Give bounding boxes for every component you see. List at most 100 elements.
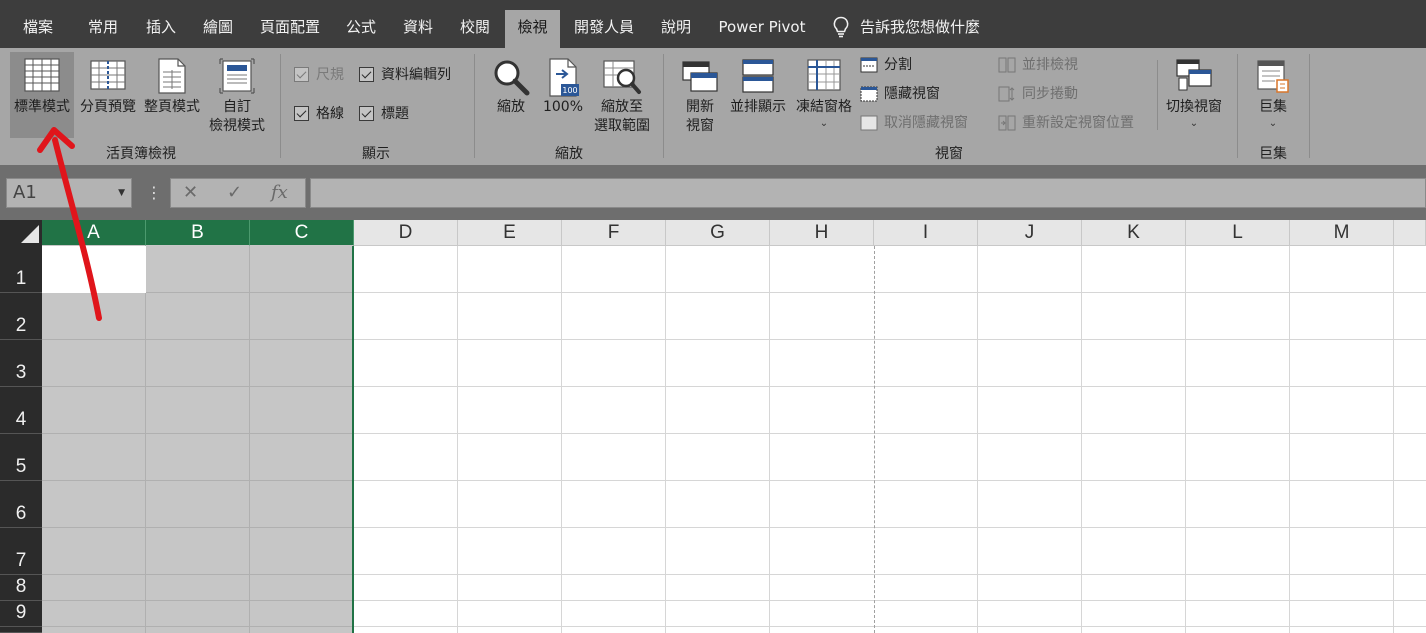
group-separator: [474, 54, 475, 158]
unhide-window-label: 取消隱藏視窗: [884, 115, 968, 131]
row-header-8[interactable]: 8: [0, 575, 42, 601]
column-header-a[interactable]: A: [42, 220, 146, 246]
row-header-7[interactable]: 7: [0, 528, 42, 575]
page-layout-label: 整頁模式: [144, 99, 200, 115]
macros-button[interactable]: 巨集 ⌄: [1244, 52, 1302, 138]
row-number: 3: [15, 362, 27, 383]
zoom-100-label: 100%: [542, 99, 584, 115]
formula-buttons: ✕ ✓ fx: [170, 178, 306, 208]
column-header-d[interactable]: D: [354, 220, 458, 246]
tab-insert[interactable]: 插入: [136, 10, 186, 48]
tab-formulas[interactable]: 公式: [336, 10, 386, 48]
new-window-icon: [682, 61, 718, 92]
custom-views-button[interactable]: 自訂 檢視模式: [204, 52, 270, 138]
zoom-to-selection-label: 縮放至 選取範圍: [594, 99, 650, 134]
column-header-m[interactable]: M: [1290, 220, 1394, 246]
zoom-100-button[interactable]: 100 100%: [538, 52, 588, 138]
tab-file[interactable]: 檔案: [8, 10, 68, 48]
row-header-6[interactable]: 6: [0, 481, 42, 528]
arrange-all-label: 並排顯示: [730, 99, 786, 115]
cancel-icon[interactable]: ✕: [183, 182, 198, 203]
chevron-down-icon: ⌄: [819, 118, 829, 129]
row-header-10[interactable]: [0, 627, 42, 633]
synchronous-scrolling-button[interactable]: 同步捲動: [998, 83, 1098, 105]
freeze-panes-button[interactable]: 凍結窗格 ⌄: [792, 52, 856, 138]
window-group-label: 視窗: [935, 146, 963, 162]
tab-data[interactable]: 資料: [393, 10, 443, 48]
zoom-100-icon: 100: [549, 58, 579, 97]
normal-view-button[interactable]: 標準模式: [10, 52, 74, 138]
row-header-5[interactable]: 5: [0, 434, 42, 481]
tab-home[interactable]: 常用: [78, 10, 128, 48]
tab-draw[interactable]: 繪圖: [193, 10, 243, 48]
row-header-1[interactable]: 1: [0, 246, 42, 293]
side-by-side-label: 並排檢視: [1022, 57, 1078, 73]
chevron-down-icon: ⌄: [1268, 118, 1278, 129]
column-header-b[interactable]: B: [146, 220, 250, 246]
view-side-by-side-button[interactable]: 並排檢視: [998, 54, 1098, 76]
tab-review[interactable]: 校閱: [450, 10, 500, 48]
switch-windows-label: 切換視窗: [1166, 99, 1222, 115]
hide-window-button[interactable]: 隱藏視窗: [860, 83, 980, 105]
name-box[interactable]: A1 ▼: [6, 178, 132, 208]
enter-icon[interactable]: ✓: [227, 182, 242, 203]
switch-windows-button[interactable]: 切換視窗 ⌄: [1162, 52, 1226, 138]
gridline: [42, 626, 352, 627]
row-number: 5: [15, 456, 27, 477]
zoom-to-selection-button[interactable]: 縮放至 選取範圍: [590, 52, 654, 138]
column-header-l[interactable]: L: [1186, 220, 1290, 246]
split-button[interactable]: 分割: [860, 54, 960, 76]
tab-power-pivot[interactable]: Power Pivot: [710, 10, 814, 48]
gridline: [42, 527, 352, 528]
row-header-4[interactable]: 4: [0, 387, 42, 434]
column-header-k[interactable]: K: [1082, 220, 1186, 246]
gridline: [42, 600, 352, 601]
page-break-preview-icon: [90, 60, 126, 90]
group-separator: [1237, 54, 1238, 158]
gridline: [42, 433, 352, 434]
column-header-i[interactable]: I: [874, 220, 978, 246]
zoom-button[interactable]: 縮放: [486, 52, 536, 138]
column-header-f[interactable]: F: [562, 220, 666, 246]
row-header-9[interactable]: 9: [0, 601, 42, 627]
tab-view[interactable]: 檢視: [505, 10, 560, 48]
show-group-label: 顯示: [362, 146, 390, 162]
tab-help[interactable]: 說明: [651, 10, 701, 48]
insert-function-icon[interactable]: fx: [271, 182, 288, 203]
row-header-3[interactable]: 3: [0, 340, 42, 387]
ruler-checkbox[interactable]: 尺規: [294, 65, 354, 85]
arrange-all-button[interactable]: 並排顯示: [726, 52, 790, 138]
new-window-button[interactable]: 開新 視窗: [676, 52, 724, 138]
column-header-j[interactable]: J: [978, 220, 1082, 246]
ribbon-tab-bar: 檔案 常用 插入 繪圖 頁面配置 公式 資料 校閱 檢視 開發人員 說明 Pow…: [0, 0, 1426, 48]
split-label: 分割: [884, 57, 912, 73]
tab-developer[interactable]: 開發人員: [566, 10, 642, 48]
dropdown-arrow-icon[interactable]: ▼: [118, 179, 125, 207]
row-number: 1: [15, 268, 27, 289]
worksheet-grid: A B C D E F G H I J K L M 1 2 3 4 5 6 7 …: [0, 220, 1426, 633]
headings-checkbox[interactable]: 標題: [359, 104, 419, 124]
tab-page-layout[interactable]: 頁面配置: [252, 10, 328, 48]
column-header-g[interactable]: G: [666, 220, 770, 246]
new-window-label: 開新 視窗: [686, 99, 714, 134]
formula-bar-checkbox[interactable]: 資料編輯列: [359, 65, 463, 85]
unhide-window-button[interactable]: 取消隱藏視窗: [860, 112, 984, 134]
selected-range-a-c[interactable]: [42, 246, 354, 633]
more-options-icon[interactable]: ⋮: [146, 181, 162, 205]
gridlines-checkbox[interactable]: 格線: [294, 104, 354, 124]
page-break-preview-button[interactable]: 分頁預覽: [76, 52, 140, 138]
gridline: [42, 574, 352, 575]
page-layout-button[interactable]: 整頁模式: [140, 52, 204, 138]
active-cell-a1[interactable]: [42, 246, 146, 293]
select-all-button[interactable]: [0, 220, 42, 246]
column-header-c[interactable]: C: [250, 220, 354, 246]
column-header-h[interactable]: H: [770, 220, 874, 246]
cell-area[interactable]: [42, 246, 1426, 633]
reset-window-position-button[interactable]: 重新設定視窗位置: [998, 112, 1148, 134]
column-header-e[interactable]: E: [458, 220, 562, 246]
column-header-partial[interactable]: [1394, 220, 1426, 246]
tell-me-search[interactable]: 告訴我您想做什麼: [860, 10, 1000, 48]
row-header-2[interactable]: 2: [0, 293, 42, 340]
ruler-label: 尺規: [316, 67, 344, 83]
formula-input[interactable]: [310, 178, 1426, 208]
